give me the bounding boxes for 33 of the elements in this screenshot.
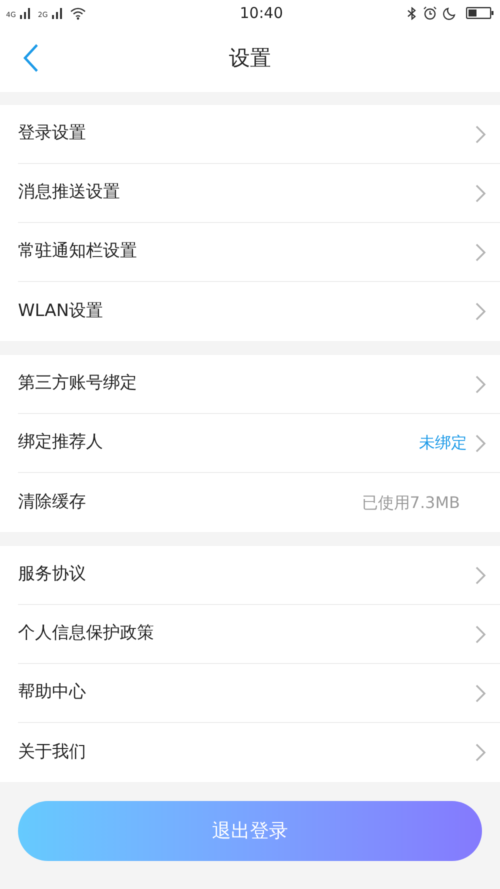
alarm-icon: [423, 6, 437, 20]
settings-row[interactable]: 清除缓存 已使用7.3MB: [18, 473, 500, 532]
row-label: 清除缓存: [18, 490, 87, 514]
settings-row[interactable]: 关于我们: [18, 723, 500, 782]
row-value: 已使用7.3MB: [362, 492, 460, 514]
battery-icon: [466, 7, 494, 19]
row-value: 未绑定: [419, 432, 467, 454]
settings-row[interactable]: 常驻通知栏设置: [18, 223, 500, 282]
row-label: 绑定推荐人: [18, 431, 104, 454]
row-label: 常驻通知栏设置: [18, 240, 138, 264]
signal-icon: [52, 7, 64, 19]
settings-row[interactable]: 个人信息保护政策: [18, 605, 500, 664]
wifi-icon: [70, 6, 86, 20]
row-label: 消息推送设置: [18, 181, 121, 204]
settings-row[interactable]: 登录设置: [18, 105, 500, 164]
bluetooth-icon: [407, 6, 417, 20]
row-label: 服务协议: [18, 563, 87, 586]
settings-row[interactable]: 第三方账号绑定: [18, 355, 500, 414]
row-label: 第三方账号绑定: [18, 372, 138, 396]
clock-time: 10:40: [238, 2, 284, 24]
row-label: 登录设置: [18, 122, 87, 146]
settings-row[interactable]: WLAN设置: [18, 282, 500, 341]
moon-icon: [443, 6, 456, 20]
settings-row[interactable]: 服务协议: [18, 546, 500, 605]
settings-row[interactable]: 消息推送设置: [18, 164, 500, 223]
row-label: WLAN设置: [18, 300, 104, 323]
row-label: 关于我们: [18, 740, 87, 764]
signal-icon: [20, 7, 32, 19]
settings-row[interactable]: 帮助中心: [18, 664, 500, 723]
page-title: 设置: [229, 45, 271, 72]
row-label: 帮助中心: [18, 681, 87, 704]
row-label: 个人信息保护政策: [18, 622, 155, 646]
settings-row[interactable]: 绑定推荐人 未绑定: [18, 414, 500, 473]
